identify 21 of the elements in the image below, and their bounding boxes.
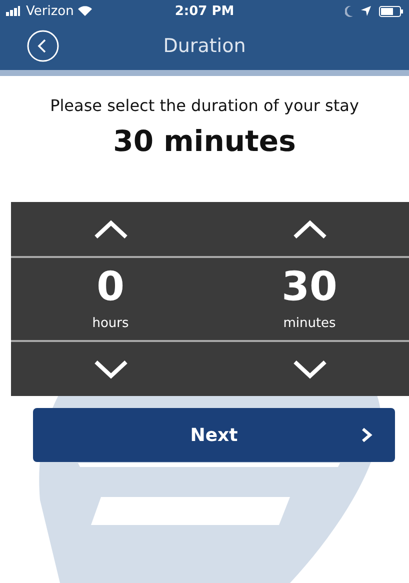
moon-icon (345, 6, 354, 16)
screen-title: Duration (162, 35, 247, 57)
battery-icon (379, 6, 404, 16)
chevron-icon (361, 427, 373, 443)
selected-duration: 30 minutes (112, 124, 297, 158)
decrease-button[interactable] (92, 358, 128, 380)
prompt-text: Please select the duration of your stay (49, 96, 360, 115)
carrier-name: Verizon (26, 4, 74, 18)
wifi-icon (78, 6, 92, 16)
signal-icon (6, 6, 22, 16)
increase-button[interactable] (292, 218, 328, 240)
picker-value: 30 (282, 263, 338, 312)
decrease-button[interactable] (292, 358, 328, 380)
picker-value: 0 (96, 263, 124, 312)
clock-time: 2:07 PM (174, 4, 234, 18)
back-button[interactable] (27, 30, 59, 62)
location-icon (361, 6, 372, 16)
picker-unit: minutes (283, 316, 336, 331)
picker-unit: hours (92, 316, 129, 331)
increase-button[interactable] (92, 218, 128, 240)
next-button[interactable]: Next (33, 408, 395, 462)
